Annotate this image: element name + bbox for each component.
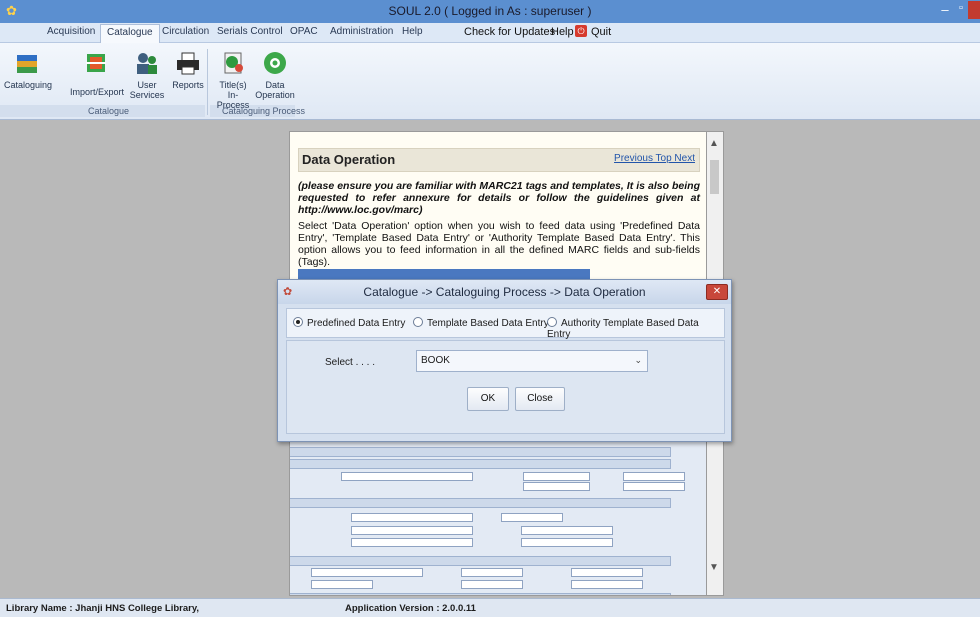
scroll-down-icon[interactable]: ▼ [709, 562, 719, 573]
dialog-title: Catalogue -> Cataloguing Process -> Data… [363, 285, 646, 299]
tab-circulation[interactable]: Circulation [162, 26, 209, 37]
entry-type-radio-group: Predefined Data Entry Template Based Dat… [286, 308, 725, 340]
data-operation-icon [261, 49, 289, 77]
radio-selected-icon [293, 317, 303, 327]
quit-button[interactable]: Quit [591, 26, 611, 38]
maximize-button[interactable]: ▫ [955, 2, 967, 14]
group-label-catalogue: Catalogue [88, 106, 130, 116]
doc-screenshot-field [461, 568, 523, 577]
tab-catalogue[interactable]: Catalogue [100, 24, 160, 44]
ok-button[interactable]: OK [467, 387, 509, 411]
application-version: Application Version : 2.0.0.11 [345, 603, 476, 614]
menu-bar: Acquisition Catalogue Circulation Serial… [0, 23, 980, 44]
import-export-icon [82, 49, 110, 77]
doc-screenshot-field [351, 538, 473, 547]
doc-screenshot-field [351, 526, 473, 535]
selection-panel: Select . . . . BOOK ⌄ OK Close [286, 340, 725, 434]
doc-nav-links[interactable]: Previous Top Next [614, 153, 695, 164]
doc-screenshot-row [290, 556, 671, 566]
close-button[interactable]: Close [515, 387, 565, 411]
radio-unselected-icon [413, 317, 423, 327]
check-updates-button[interactable]: Check for Updates [464, 26, 555, 38]
data-operation-dialog: ✿ Catalogue -> Cataloguing Process -> Da… [277, 279, 732, 442]
import-export-button[interactable]: Import/Export [70, 49, 124, 97]
quit-icon[interactable]: ⏻ [575, 25, 587, 37]
user-services-button[interactable]: User Services [128, 49, 166, 100]
tab-serials-control[interactable]: Serials Control [217, 26, 283, 37]
doc-screenshot-row [290, 498, 671, 508]
tab-acquisition[interactable]: Acquisition [47, 26, 95, 37]
data-operation-button[interactable]: Data Operation [254, 49, 296, 100]
doc-screenshot-field [571, 568, 643, 577]
doc-screenshot-row [290, 459, 671, 469]
cataloguing-button[interactable]: Cataloguing [4, 49, 52, 90]
material-type-select[interactable]: BOOK ⌄ [416, 350, 648, 372]
radio-template-based-data-entry[interactable]: Template Based Data Entry [413, 317, 549, 329]
window-title: SOUL 2.0 ( Logged in As : superuser ) [388, 4, 592, 18]
dialog-close-icon[interactable]: ✕ [706, 284, 728, 300]
radio-predefined-data-entry[interactable]: Predefined Data Entry [293, 317, 405, 329]
tab-administration[interactable]: Administration [330, 26, 393, 37]
doc-screenshot [290, 437, 706, 595]
doc-note: (please ensure you are familiar with MAR… [298, 180, 700, 216]
doc-screenshot-row [290, 593, 671, 595]
scroll-up-icon[interactable]: ▲ [709, 138, 719, 149]
doc-screenshot-field [523, 472, 590, 481]
tab-help[interactable]: Help [402, 26, 423, 37]
books-icon [13, 49, 41, 77]
reports-button[interactable]: Reports [172, 49, 204, 90]
select-label: Select . . . . [325, 357, 376, 368]
doc-screenshot-field [623, 472, 685, 481]
doc-heading-bar: Data Operation Previous Top Next [298, 148, 700, 172]
doc-screenshot-field [351, 513, 473, 522]
titles-in-process-button[interactable]: Title(s) In- Process [214, 49, 252, 110]
library-name: Library Name : Jhanji HNS College Librar… [6, 603, 200, 614]
doc-screenshot-field [523, 482, 590, 491]
printer-icon [174, 49, 202, 77]
user-services-icon [133, 49, 161, 77]
dialog-title-bar: ✿ Catalogue -> Cataloguing Process -> Da… [278, 280, 731, 304]
doc-screenshot-field [521, 538, 613, 547]
doc-screenshot-field [311, 568, 423, 577]
in-process-icon [219, 49, 247, 77]
tab-opac[interactable]: OPAC [290, 26, 318, 37]
doc-screenshot-row [290, 447, 671, 457]
status-bar: Library Name : Jhanji HNS College Librar… [0, 598, 980, 617]
doc-screenshot-field [461, 580, 523, 589]
doc-screenshot-field [501, 513, 563, 522]
doc-screenshot-field [623, 482, 685, 491]
help-button[interactable]: Help [551, 26, 574, 38]
doc-screenshot-field [311, 580, 373, 589]
ribbon-separator [207, 49, 208, 115]
doc-screenshot-field [341, 472, 473, 481]
doc-screenshot-field [521, 526, 613, 535]
minimize-button[interactable]: – [938, 2, 952, 17]
radio-authority-template-based-data-entry[interactable]: Authority Template Based Data Entry [547, 317, 724, 340]
select-value: BOOK [421, 355, 450, 366]
doc-body: Select 'Data Operation' option when you … [298, 220, 700, 268]
window-title-bar: ✿ SOUL 2.0 ( Logged in As : superuser ) … [0, 0, 980, 24]
doc-screenshot-field [571, 580, 643, 589]
scroll-thumb[interactable] [710, 160, 719, 194]
ribbon: Cataloguing Import/Export User Services … [0, 43, 980, 120]
doc-heading: Data Operation [302, 152, 396, 167]
group-label-cataloguing-process: Cataloguing Process [222, 106, 306, 116]
radio-unselected-icon [547, 317, 557, 327]
chevron-down-icon: ⌄ [634, 355, 642, 365]
window-close-button[interactable] [968, 1, 980, 19]
